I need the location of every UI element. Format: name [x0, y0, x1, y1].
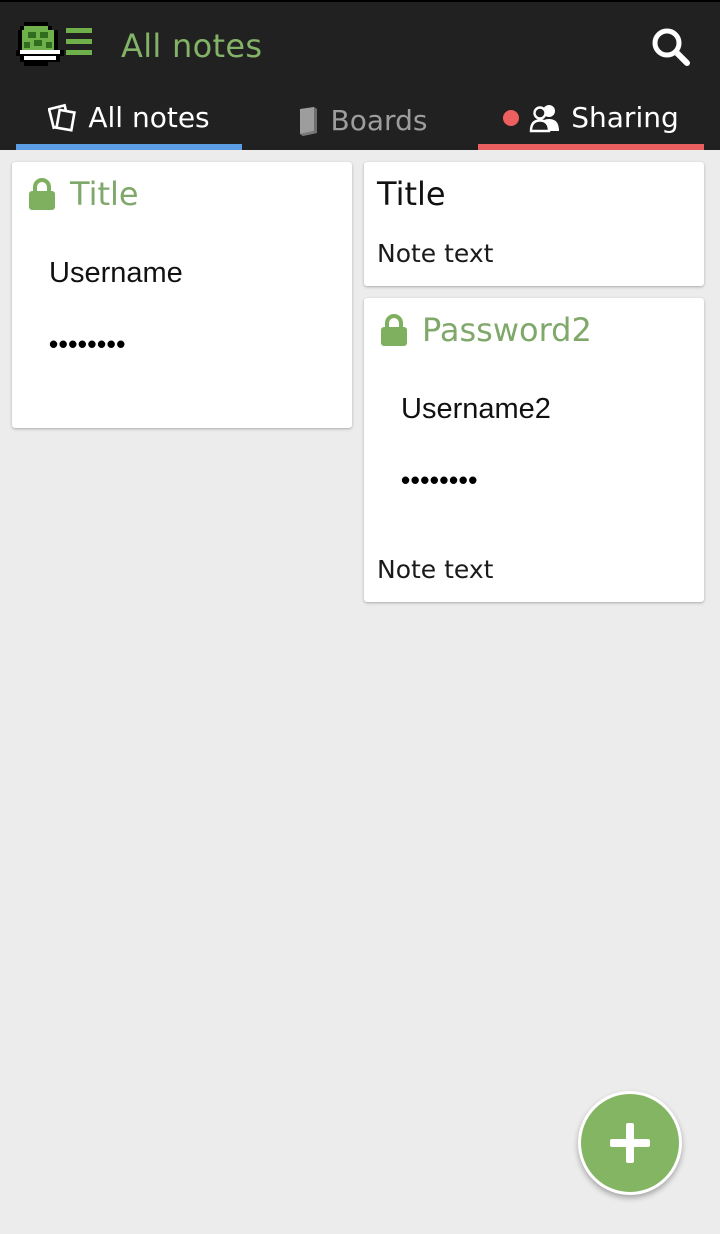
notes-stack-icon [48, 103, 77, 132]
tab-boards[interactable]: Boards [248, 92, 474, 150]
note-card[interactable]: Password2 Username2 •••••••• Note text [364, 298, 704, 602]
note-password: •••••••• [49, 329, 126, 359]
search-icon [652, 28, 690, 66]
tab-sharing[interactable]: Sharing [478, 92, 704, 150]
note-card[interactable]: Title Note text [364, 162, 704, 286]
add-note-button[interactable] [578, 1091, 682, 1195]
tab-all-notes[interactable]: All notes [16, 92, 242, 150]
search-button[interactable] [648, 24, 694, 70]
lock-icon [29, 178, 55, 210]
notification-dot [503, 110, 520, 126]
note-title: Title [377, 175, 446, 213]
note-text: Note text [377, 239, 494, 268]
note-title: Password2 [422, 311, 592, 349]
turtle-logo-icon[interactable] [16, 16, 96, 76]
note-card[interactable]: Title Username •••••••• [12, 162, 352, 428]
plus-icon [610, 1123, 650, 1163]
page-title: All notes [121, 27, 263, 65]
tab-label: Boards [330, 104, 428, 137]
users-icon [530, 105, 560, 133]
note-username: Username2 [401, 393, 551, 425]
lock-icon [381, 314, 407, 346]
tab-label: Sharing [571, 101, 679, 134]
note-username: Username [49, 257, 183, 289]
note-text: Note text [377, 555, 494, 584]
tab-label: All notes [88, 101, 210, 134]
note-password: •••••••• [401, 465, 478, 495]
note-title: Title [70, 175, 139, 213]
book-icon [299, 107, 317, 136]
app-bar: All notes All notes Boards Sharing [0, 0, 720, 150]
